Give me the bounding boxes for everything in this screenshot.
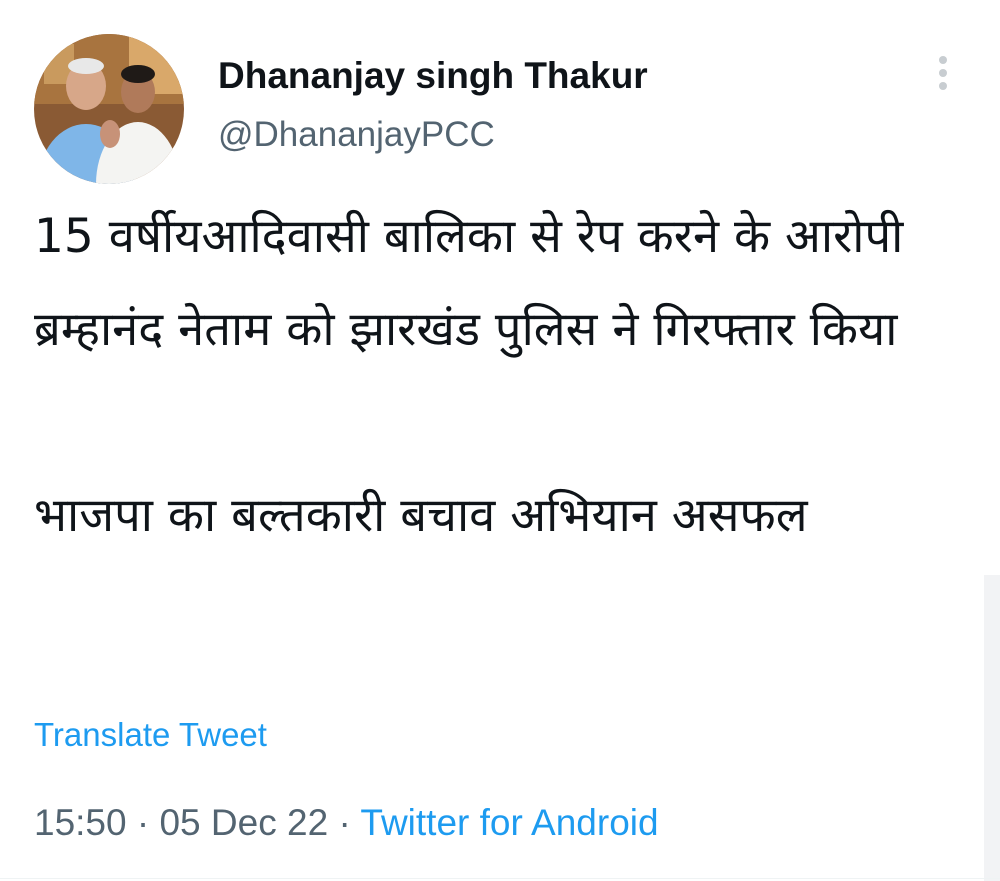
tweet-text: 15 वर्षीयआदिवासी बालिका से रेप करने के आ… xyxy=(34,209,904,543)
vertical-ellipsis-icon xyxy=(939,56,947,90)
avatar-photo xyxy=(34,34,184,184)
translate-tweet-link[interactable]: Translate Tweet xyxy=(34,714,267,756)
meta-separator: · xyxy=(136,802,150,843)
tweet-source-link[interactable]: Twitter for Android xyxy=(360,802,658,843)
divider xyxy=(0,878,1000,879)
tweet-date[interactable]: 05 Dec 22 xyxy=(159,802,328,843)
author-handle[interactable]: @DhananjayPCC xyxy=(218,114,495,156)
tweet-time[interactable]: 15:50 xyxy=(34,802,127,843)
meta-separator: · xyxy=(338,802,351,843)
more-options-button[interactable] xyxy=(928,52,958,94)
author-display-name[interactable]: Dhananjay singh Thakur xyxy=(218,54,648,98)
avatar[interactable] xyxy=(34,34,184,184)
scrollbar[interactable] xyxy=(984,575,1000,881)
tweet-metadata: 15:50 · 05 Dec 22 · Twitter for Android xyxy=(34,800,659,846)
